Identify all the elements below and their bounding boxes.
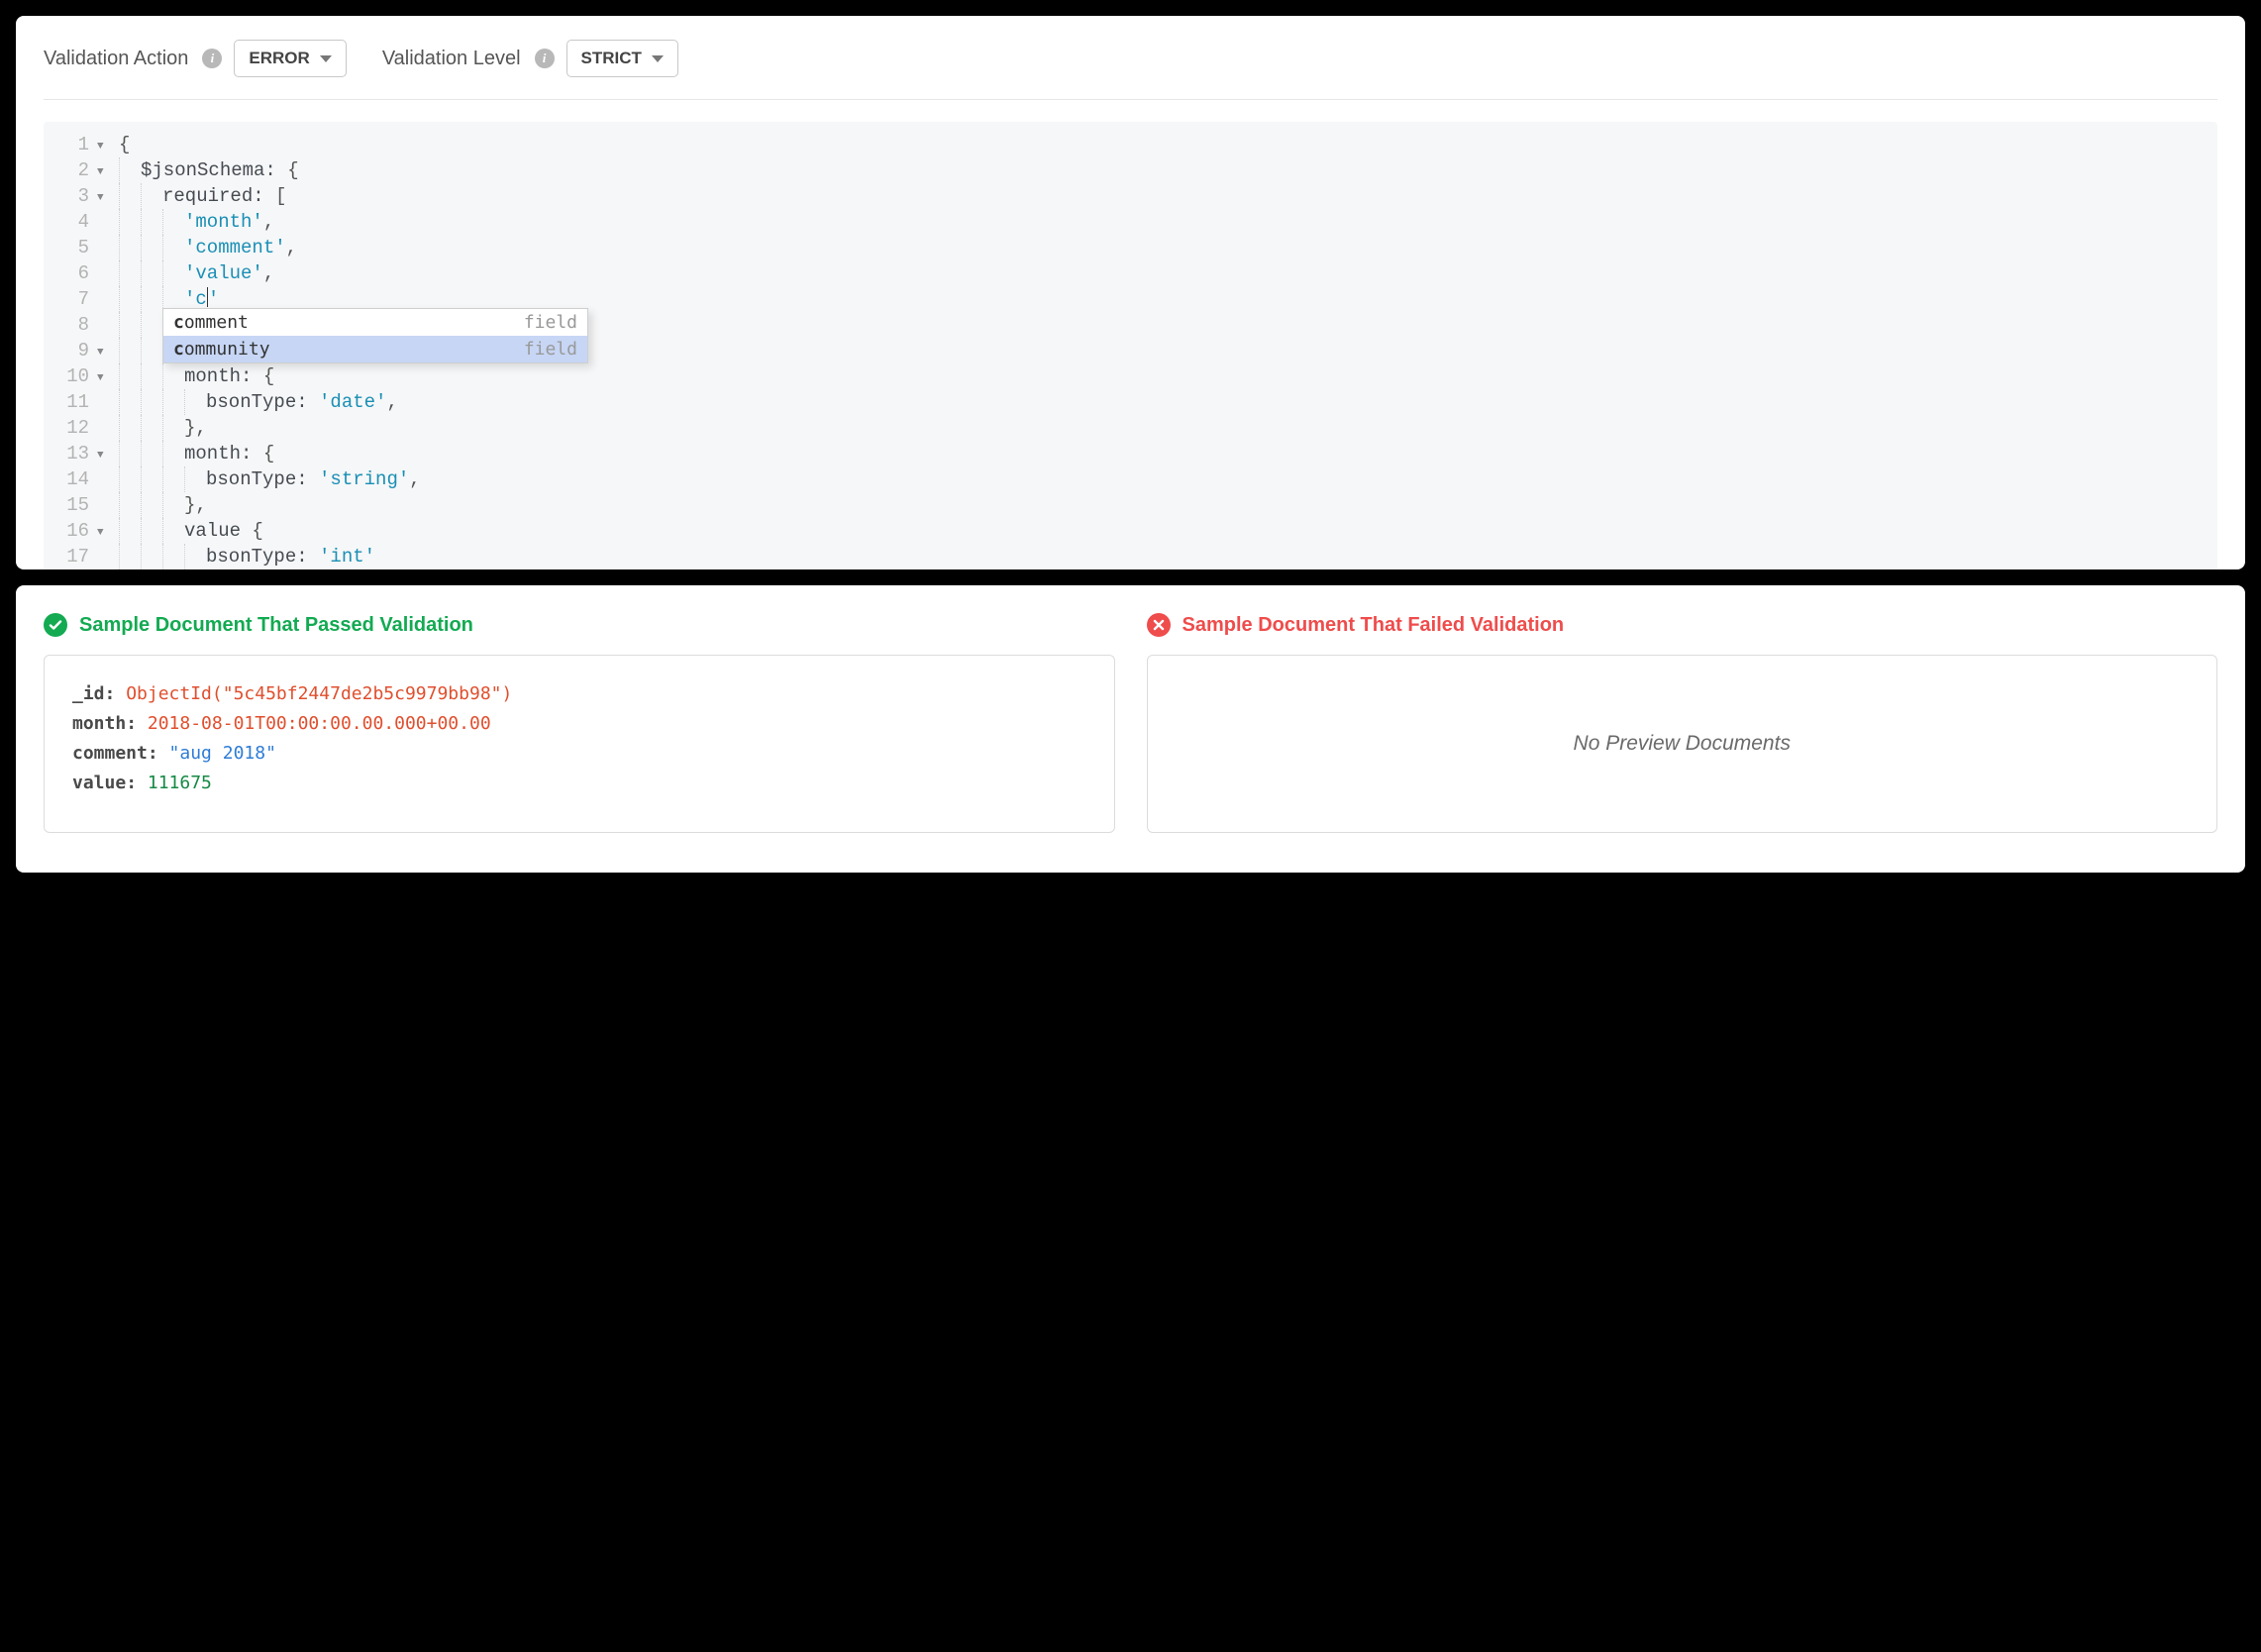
doc-field-comment: comment: "aug 2018" [72,739,1086,769]
line-number: 2 [44,157,97,183]
line-number: 17 [44,544,97,569]
validation-action-label: Validation Action [44,48,188,70]
code-line[interactable]: 17 bsonType: 'int' [44,544,2217,569]
x-icon [1147,613,1171,637]
code-content[interactable]: bsonType: 'date', [115,389,398,415]
fold-toggle-icon [97,312,115,314]
line-number: 9 [44,338,97,363]
failed-column: Sample Document That Failed Validation N… [1147,613,2218,833]
fold-toggle-icon[interactable] [97,183,115,211]
fold-toggle-icon[interactable] [97,157,115,185]
passed-document-card: _id: ObjectId("5c45bf2447de2b5c9979bb98"… [44,655,1115,833]
code-content[interactable]: required: [ [115,183,286,209]
code-content[interactable]: month: { [115,363,274,389]
code-content[interactable]: bsonType: 'string', [115,466,421,492]
line-number: 16 [44,518,97,544]
code-content[interactable]: value { [115,518,263,544]
code-content[interactable]: 'month', [115,209,274,235]
validation-results-panel: Sample Document That Passed Validation _… [16,585,2245,873]
line-number: 15 [44,492,97,518]
passed-header: Sample Document That Passed Validation [44,613,1115,637]
code-line[interactable]: 16 value { [44,518,2217,544]
line-number: 11 [44,389,97,415]
code-content[interactable]: $jsonSchema: { [115,157,299,183]
line-number: 1 [44,132,97,157]
line-number: 4 [44,209,97,235]
failed-document-card: No Preview Documents [1147,655,2218,833]
validation-action-value: ERROR [249,49,309,68]
code-content[interactable]: 'value', [115,260,274,286]
check-icon [44,613,67,637]
line-number: 12 [44,415,97,441]
validation-action-select[interactable]: ERROR [234,40,346,77]
fold-toggle-icon[interactable] [97,363,115,391]
failed-empty-text: No Preview Documents [1574,729,1791,759]
code-content[interactable]: 'comment', [115,235,297,260]
doc-field-value: value: 111675 [72,769,1086,798]
passed-title: Sample Document That Passed Validation [79,614,473,637]
line-number: 13 [44,441,97,466]
fold-toggle-icon [97,389,115,391]
fold-toggle-icon[interactable] [97,518,115,546]
fold-toggle-icon [97,466,115,468]
chevron-down-icon [652,55,664,62]
validation-level-label: Validation Level [382,48,521,70]
fold-toggle-icon [97,415,115,417]
line-number: 3 [44,183,97,209]
fold-toggle-icon [97,260,115,262]
passed-column: Sample Document That Passed Validation _… [44,613,1115,833]
code-content[interactable]: }, [115,492,207,518]
validation-toolbar: Validation Action i ERROR Validation Lev… [44,40,2217,100]
autocomplete-popup[interactable]: commentfieldcommunityfield [162,308,588,363]
code-line[interactable]: 15}, [44,492,2217,518]
validation-editor-panel: Validation Action i ERROR Validation Lev… [16,16,2245,569]
schema-code-editor[interactable]: 1{2$jsonSchema: {3required: [4'month',5'… [44,122,2217,569]
fold-toggle-icon [97,286,115,288]
fold-toggle-icon [97,209,115,211]
failed-header: Sample Document That Failed Validation [1147,613,2218,637]
code-content[interactable]: { [115,132,130,157]
info-icon[interactable]: i [535,49,555,68]
line-number: 6 [44,260,97,286]
line-number: 14 [44,466,97,492]
code-content[interactable]: month: { [115,441,274,466]
fold-toggle-icon[interactable] [97,132,115,159]
doc-field-id: _id: ObjectId("5c45bf2447de2b5c9979bb98"… [72,679,1086,709]
code-line[interactable]: 14 bsonType: 'string', [44,466,2217,492]
code-line[interactable]: 11 bsonType: 'date', [44,389,2217,415]
line-number: 7 [44,286,97,312]
code-line[interactable]: 10 month: { [44,363,2217,389]
chevron-down-icon [320,55,332,62]
code-content[interactable]: }, [115,415,207,441]
code-line[interactable]: 6 'value', [44,260,2217,286]
autocomplete-item[interactable]: communityfield [163,336,587,362]
fold-toggle-icon [97,492,115,494]
code-line[interactable]: 5 'comment', [44,235,2217,260]
info-icon[interactable]: i [202,49,222,68]
fold-toggle-icon[interactable] [97,338,115,365]
line-number: 5 [44,235,97,260]
autocomplete-item[interactable]: commentfield [163,309,587,336]
fold-toggle-icon [97,235,115,237]
code-line[interactable]: 13 month: { [44,441,2217,466]
code-line[interactable]: 3 required: [ [44,183,2217,209]
validation-level-select[interactable]: STRICT [566,40,678,77]
fold-toggle-icon [97,544,115,546]
code-content[interactable]: bsonType: 'int' [115,544,375,569]
code-line[interactable]: 2 $jsonSchema: { [44,157,2217,183]
line-number: 10 [44,363,97,389]
code-line[interactable]: 1{ [44,132,2217,157]
doc-field-month: month: 2018-08-01T00:00:00.00.000+00.00 [72,709,1086,739]
validation-level-value: STRICT [581,49,642,68]
code-line[interactable]: 4 'month', [44,209,2217,235]
failed-title: Sample Document That Failed Validation [1182,614,1565,637]
line-number: 8 [44,312,97,338]
code-line[interactable]: 12}, [44,415,2217,441]
fold-toggle-icon[interactable] [97,441,115,468]
